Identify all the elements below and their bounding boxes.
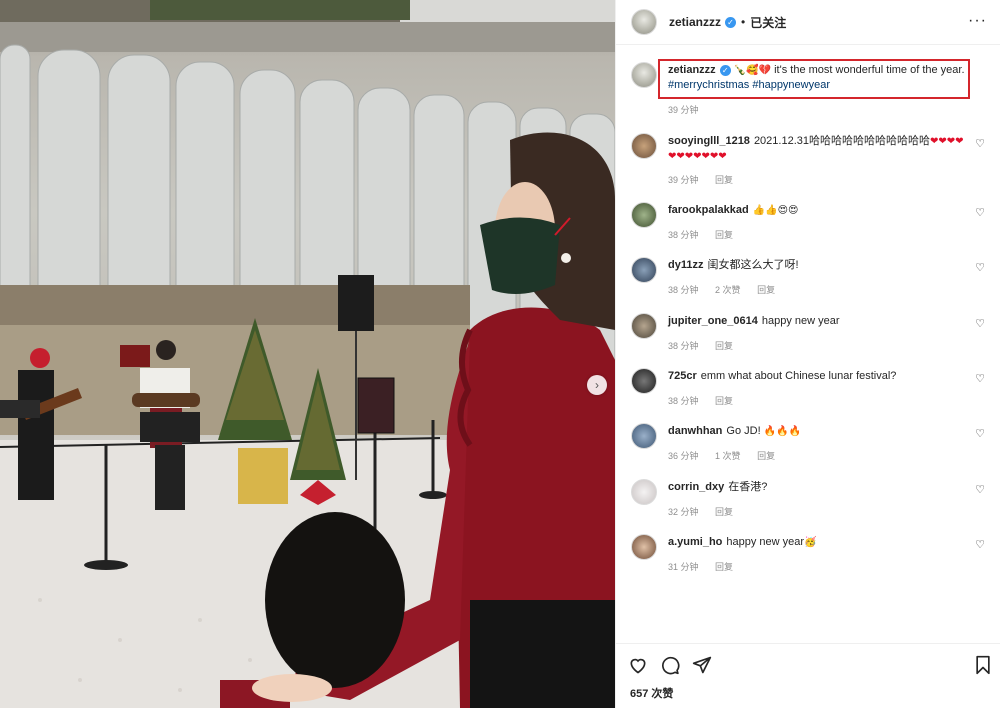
caption-emojis: 🍾🥰💔	[733, 65, 772, 76]
comment-username[interactable]: corrin_dxy	[668, 481, 724, 493]
avatar[interactable]	[631, 9, 657, 35]
caption-meta: 39 分钟	[668, 103, 713, 116]
instagram-post-view: › zetianzzz ✓ • 已关注 ··· zetianzzz ✓ 🍾🥰💔 it…	[0, 0, 1000, 708]
reply-button[interactable]: 回复	[757, 285, 775, 295]
reply-button[interactable]: 回复	[715, 396, 733, 406]
like-comment-heart-icon[interactable]: ♡	[975, 137, 985, 150]
comment-username[interactable]: farookpalakkad	[668, 204, 749, 216]
comment-meta: 31 分钟 回复	[668, 560, 747, 573]
post-detail-panel: zetianzzz ✓ • 已关注 ··· zetianzzz ✓ 🍾🥰💔 it's…	[615, 0, 1000, 708]
bookmark-icon[interactable]	[973, 655, 993, 675]
reply-button[interactable]: 回复	[715, 507, 733, 517]
more-horizontal-icon[interactable]: ···	[968, 12, 987, 30]
follow-status-button[interactable]: 已关注	[750, 14, 786, 31]
share-icon[interactable]	[692, 655, 712, 675]
avatar[interactable]	[631, 257, 657, 283]
comment-meta: 36 分钟 1 次赞 回复	[668, 449, 789, 462]
comment-text: 2021.12.31哈哈哈哈哈哈哈哈哈哈哈	[753, 135, 930, 147]
caption-time: 39 分钟	[668, 105, 699, 115]
comment-meta: 38 分钟 回复	[668, 339, 747, 352]
post-author-username[interactable]: zetianzzz	[669, 15, 721, 29]
comment-text: 闺女都这么大了呀!	[707, 259, 799, 271]
chevron-right-icon: ›	[595, 378, 599, 392]
reply-button[interactable]: 回复	[715, 175, 733, 185]
comment-time: 38 分钟	[668, 396, 699, 406]
post-photo: ›	[0, 0, 615, 708]
avatar[interactable]	[631, 368, 657, 394]
heart-icon[interactable]	[628, 655, 648, 675]
comment-icon[interactable]	[660, 655, 680, 675]
reply-button[interactable]: 回复	[715, 562, 733, 572]
comment-meta: 32 分钟 回复	[668, 505, 747, 518]
comment-username[interactable]: jupiter_one_0614	[668, 315, 758, 327]
comment-meta: 38 分钟 回复	[668, 228, 747, 241]
reply-button[interactable]: 回复	[757, 451, 775, 461]
verified-badge-icon: ✓	[719, 65, 731, 76]
comment-text: 在香港?	[728, 481, 768, 493]
comment-username[interactable]: dy11zz	[668, 259, 703, 271]
post-actions-bar	[616, 643, 1000, 687]
like-comment-heart-icon[interactable]: ♡	[975, 317, 985, 330]
comment-time: 31 分钟	[668, 562, 699, 572]
post-like-count[interactable]: 657 次赞	[630, 685, 673, 701]
comment-username[interactable]: danwhhan	[668, 425, 722, 437]
avatar[interactable]	[631, 534, 657, 560]
comment-time: 36 分钟	[668, 451, 699, 461]
comment-username[interactable]: 725cr	[668, 370, 697, 382]
comment-emojis: 🥳	[804, 537, 817, 548]
comment-like-count[interactable]: 1 次赞	[715, 451, 741, 461]
comment-time: 39 分钟	[668, 175, 699, 185]
comment-meta: 38 分钟 2 次赞 回复	[668, 283, 789, 296]
comment-time: 38 分钟	[668, 341, 699, 351]
photo-illustration	[0, 0, 615, 708]
verified-badge-icon: ✓	[725, 16, 737, 28]
comment-username[interactable]: sooyinglll_1218	[668, 135, 750, 147]
avatar[interactable]	[631, 423, 657, 449]
comment-text: Go JD!	[726, 425, 761, 437]
caption-username[interactable]: zetianzzz	[668, 64, 716, 76]
avatar[interactable]	[631, 313, 657, 339]
comment-username[interactable]: a.yumi_ho	[668, 536, 722, 548]
comment-emojis: 🔥🔥🔥	[763, 426, 802, 437]
avatar[interactable]	[631, 479, 657, 505]
avatar[interactable]	[631, 133, 657, 159]
avatar[interactable]	[631, 202, 657, 228]
like-comment-heart-icon[interactable]: ♡	[975, 483, 985, 496]
reply-button[interactable]: 回复	[715, 230, 733, 240]
comment-time: 32 分钟	[668, 507, 699, 517]
reply-button[interactable]: 回复	[715, 341, 733, 351]
comment-text: happy new year	[761, 315, 840, 327]
comment-meta: 39 分钟 回复	[668, 173, 747, 186]
avatar[interactable]	[631, 62, 657, 88]
comment-time: 38 分钟	[668, 285, 699, 295]
like-comment-heart-icon[interactable]: ♡	[975, 206, 985, 219]
caption-hashtags[interactable]: #merrychristmas #happynewyear	[668, 79, 830, 91]
like-comment-heart-icon[interactable]: ♡	[975, 372, 985, 385]
comment-text: emm what about Chinese lunar festival?	[700, 370, 897, 382]
comment-meta: 38 分钟 回复	[668, 394, 747, 407]
separator-dot: •	[741, 15, 746, 29]
comment-emojis: 👍👍😍😍	[752, 205, 799, 216]
like-comment-heart-icon[interactable]: ♡	[975, 427, 985, 440]
next-image-button[interactable]: ›	[587, 375, 607, 395]
post-header: zetianzzz ✓ • 已关注 ···	[616, 0, 1000, 45]
like-comment-heart-icon[interactable]: ♡	[975, 538, 985, 551]
comment-like-count[interactable]: 2 次赞	[715, 285, 741, 295]
comment-time: 38 分钟	[668, 230, 699, 240]
comment-text: happy new year	[726, 536, 805, 548]
caption-text: it's the most wonderful time of the year…	[774, 64, 965, 76]
like-comment-heart-icon[interactable]: ♡	[975, 261, 985, 274]
